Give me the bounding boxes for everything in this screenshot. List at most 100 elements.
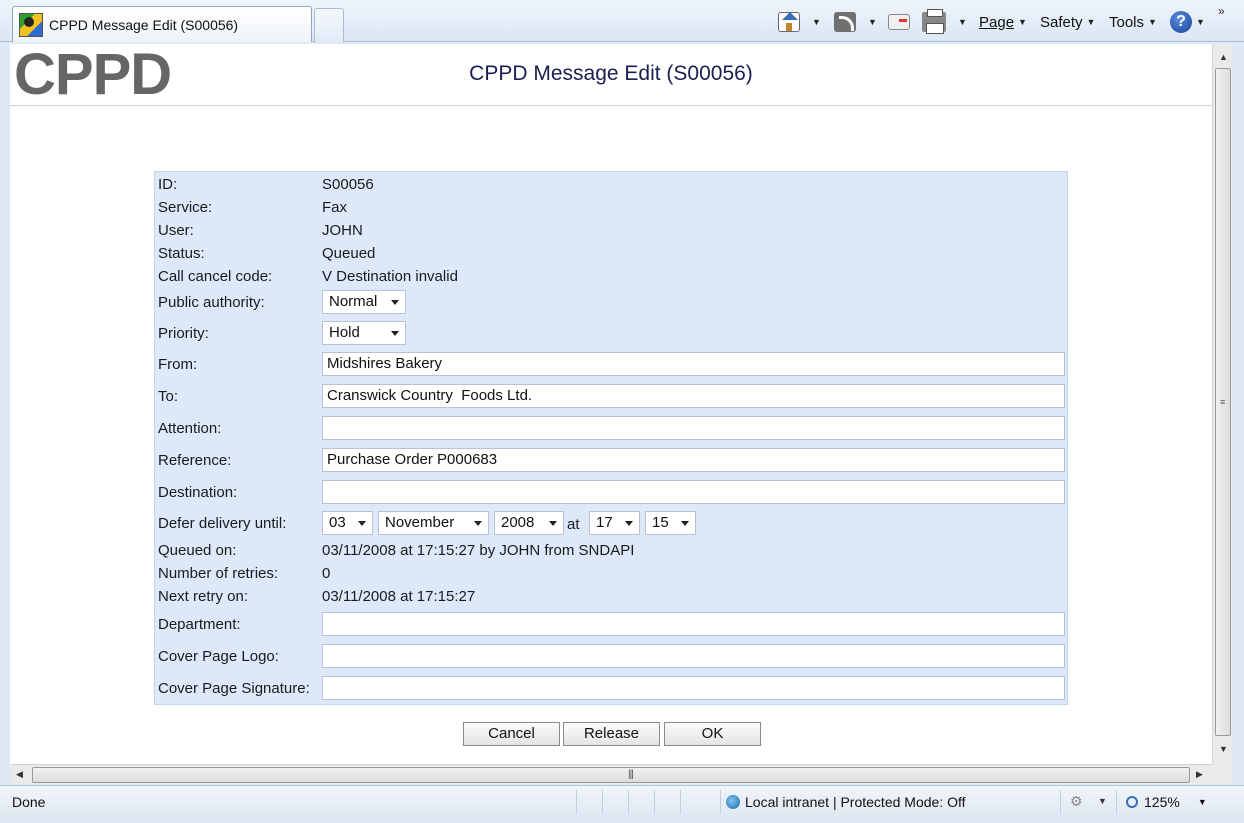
popup-blocker-icon[interactable]: ⚙: [1070, 793, 1083, 810]
status-bar: Done Local intranet | Protected Mode: Of…: [0, 785, 1244, 817]
defer-year-selected: 2008: [501, 514, 535, 531]
tab-title: CPPD Message Edit (S00056): [49, 17, 239, 33]
status-divider: [1116, 790, 1117, 814]
new-tab-button[interactable]: [314, 8, 344, 42]
cover-signature-field[interactable]: [322, 676, 1065, 700]
defer-day-select[interactable]: 03: [322, 511, 373, 535]
id-label: ID:: [158, 176, 178, 193]
defer-hour-selected: 17: [596, 514, 613, 531]
chevron-down-icon[interactable]: ▼: [1098, 796, 1107, 806]
feeds-dropdown-icon[interactable]: ▼: [868, 17, 877, 27]
chevron-down-icon: [474, 521, 482, 526]
help-dropdown-icon: ▼: [1196, 17, 1205, 27]
defer-year-select[interactable]: 2008: [494, 511, 564, 535]
toolbar-overflow-chevron-icon[interactable]: »: [1218, 4, 1225, 18]
browser-tab[interactable]: CPPD Message Edit (S00056): [12, 6, 312, 42]
next-retry-label: Next retry on:: [158, 588, 249, 605]
reference-field[interactable]: Purchase Order P000683: [322, 448, 1065, 472]
queued-on-label: Queued on:: [158, 542, 237, 559]
priority-selected: Hold: [329, 324, 360, 341]
globe-icon: [726, 795, 740, 809]
safety-menu[interactable]: Safety ▼: [1040, 10, 1095, 34]
cancel-button[interactable]: Cancel: [463, 722, 560, 746]
attention-label: Attention:: [158, 420, 222, 437]
home-dropdown-icon[interactable]: ▼: [812, 17, 821, 27]
page-menu-label: Page: [979, 13, 1015, 31]
scroll-right-icon[interactable]: ▶: [1196, 769, 1203, 780]
cancel-code-label: Call cancel code:: [158, 268, 273, 285]
chevron-down-icon: [358, 521, 366, 526]
ok-button[interactable]: OK: [664, 722, 761, 746]
cancel-code-value: V Destination invalid: [322, 268, 458, 285]
vertical-scrollbar[interactable]: ▲ ≡ ▼: [1212, 44, 1232, 764]
user-label: User:: [158, 222, 194, 239]
page-menu[interactable]: Page ▼: [979, 10, 1027, 34]
from-field[interactable]: Midshires Bakery: [322, 352, 1065, 376]
help-icon: ?: [1170, 11, 1192, 33]
queued-on-value: 03/11/2008 at 17:15:27 by JOHN from SNDA…: [322, 542, 635, 559]
status-value: Queued: [322, 245, 376, 262]
cover-signature-label: Cover Page Signature:: [158, 680, 310, 697]
feeds-button[interactable]: ▼: [834, 10, 877, 34]
public-authority-selected: Normal: [329, 293, 378, 310]
tools-dropdown-icon: ▼: [1148, 17, 1157, 27]
defer-month-select[interactable]: November: [378, 511, 489, 535]
retries-label: Number of retries:: [158, 565, 279, 582]
defer-minute-selected: 15: [652, 514, 669, 531]
page-title: CPPD Message Edit (S00056): [469, 62, 753, 85]
public-authority-select[interactable]: Normal: [322, 290, 406, 314]
to-field[interactable]: Cranswick Country Foods Ltd.: [322, 384, 1065, 408]
attention-field[interactable]: [322, 416, 1065, 440]
read-mail-button[interactable]: [888, 10, 910, 34]
user-value: JOHN: [322, 222, 363, 239]
horizontal-scrollbar[interactable]: ◀ ||| ▶: [10, 764, 1212, 784]
security-zone-text: Local intranet | Protected Mode: Off: [745, 794, 966, 810]
scroll-down-icon[interactable]: ▼: [1219, 744, 1228, 754]
department-label: Department:: [158, 616, 241, 633]
defer-day-selected: 03: [329, 514, 346, 531]
cover-logo-label: Cover Page Logo:: [158, 648, 279, 665]
destination-field[interactable]: [322, 480, 1065, 504]
chevron-down-icon: [625, 521, 633, 526]
print-dropdown-icon[interactable]: ▼: [958, 17, 967, 27]
scroll-up-icon[interactable]: ▲: [1219, 52, 1228, 62]
service-label: Service:: [158, 199, 213, 216]
chevron-down-icon: [391, 300, 399, 305]
status-divider: [576, 790, 577, 814]
defer-month-selected: November: [385, 514, 455, 531]
home-icon: [778, 12, 800, 32]
defer-hour-select[interactable]: 17: [589, 511, 640, 535]
message-edit-form: ID: S00056 Service: Fax User: JOHN Statu…: [154, 171, 1068, 705]
browser-command-bar: CPPD Message Edit (S00056) ▼ ▼ ▼ Page ▼ …: [0, 0, 1244, 42]
status-divider: [1060, 790, 1061, 814]
defer-minute-select[interactable]: 15: [645, 511, 696, 535]
print-button[interactable]: ▼: [922, 9, 967, 34]
safety-dropdown-icon: ▼: [1086, 17, 1096, 27]
cover-logo-field[interactable]: [322, 644, 1065, 668]
priority-select[interactable]: Hold: [322, 321, 406, 345]
scroll-left-icon[interactable]: ◀: [16, 769, 23, 780]
defer-at-label: at: [567, 516, 580, 533]
from-label: From:: [158, 356, 198, 373]
vertical-scroll-thumb[interactable]: ≡: [1215, 68, 1231, 736]
priority-label: Priority:: [158, 325, 209, 342]
chevron-down-icon: [681, 521, 689, 526]
status-divider: [720, 790, 721, 814]
home-button[interactable]: ▼: [778, 10, 821, 34]
scroll-grip-icon: ≡: [1220, 397, 1226, 407]
tools-menu[interactable]: Tools ▼: [1109, 10, 1157, 34]
help-button[interactable]: ? ▼: [1170, 10, 1205, 34]
department-field[interactable]: [322, 612, 1065, 636]
chevron-down-icon: [549, 521, 557, 526]
scrollbar-corner: [1212, 764, 1232, 784]
zoom-control[interactable]: 125% ▼: [1126, 794, 1207, 810]
page-content: CPPD CPPD Message Edit (S00056) ID: S000…: [10, 44, 1212, 764]
defer-delivery-label: Defer delivery until:: [158, 515, 287, 532]
zoom-level: 125%: [1144, 794, 1180, 810]
id-value: S00056: [322, 176, 374, 193]
security-zone[interactable]: Local intranet | Protected Mode: Off: [726, 794, 966, 810]
next-retry-value: 03/11/2008 at 17:15:27: [322, 588, 476, 605]
horizontal-scroll-thumb[interactable]: |||: [32, 767, 1190, 783]
release-button[interactable]: Release: [563, 722, 660, 746]
app-favicon-icon: [19, 13, 43, 37]
